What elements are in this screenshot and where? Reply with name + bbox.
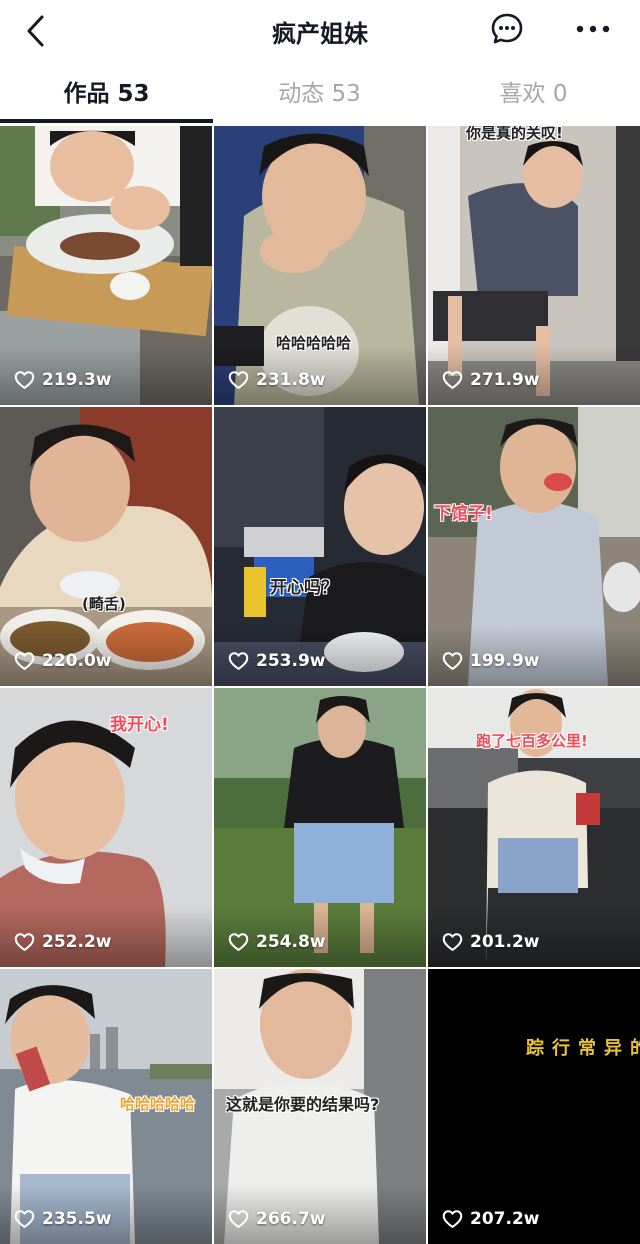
like-count: 231.8w (228, 369, 325, 391)
active-tab-indicator (0, 119, 213, 123)
video-caption: 跑了七百多公里! (476, 732, 588, 750)
video-caption: 哈哈哈哈哈 (120, 1095, 196, 1113)
heart-icon (228, 1210, 249, 1228)
video-thumbnail[interactable]: 哈哈哈哈哈 235.5w (0, 969, 212, 1244)
message-button[interactable] (490, 12, 524, 46)
profile-tabs: 作品 53 动态 53 喜欢 0 (0, 66, 640, 122)
video-thumbnail[interactable]: 207.2w (428, 969, 640, 1244)
video-caption: 我开心! (110, 715, 169, 735)
page-title: 疯产姐妹 (272, 20, 368, 48)
like-count: 201.2w (442, 931, 539, 953)
like-count-label: 266.7w (256, 1209, 326, 1229)
message-bubble-icon (491, 13, 523, 44)
like-count: 253.9w (228, 650, 325, 672)
video-thumbnail[interactable]: 你是真的关叹! 271.9w (428, 126, 640, 405)
like-count: 271.9w (442, 369, 539, 391)
tab-likes[interactable]: 喜欢 0 (427, 66, 640, 122)
like-count: 266.7w (228, 1208, 325, 1230)
heart-icon (442, 371, 463, 389)
like-count: 252.2w (14, 931, 111, 953)
video-caption: (畸舌) (82, 595, 126, 613)
heart-icon (14, 371, 35, 389)
video-thumbnail[interactable]: 219.3w (0, 126, 212, 405)
like-count: 220.0w (14, 650, 111, 672)
like-count-label: 231.8w (256, 370, 326, 390)
video-thumbnail[interactable]: 哈哈哈哈哈 231.8w (214, 126, 426, 405)
video-thumbnail[interactable]: 跑了七百多公里! 201.2w (428, 688, 640, 967)
heart-icon (228, 652, 249, 670)
heart-icon (14, 1210, 35, 1228)
heart-icon (14, 652, 35, 670)
like-count-label: 252.2w (42, 932, 112, 952)
video-thumbnail[interactable]: 开心吗？ 253.9w (214, 407, 426, 686)
like-count: 254.8w (228, 931, 325, 953)
like-count-label: 254.8w (256, 932, 326, 952)
video-caption: 闺蜜的异常行踪 (523, 1038, 640, 1060)
like-count-label: 253.9w (256, 651, 326, 671)
like-count: 199.9w (442, 650, 539, 672)
video-thumbnail[interactable]: 我开心! 252.2w (0, 688, 212, 967)
video-caption: 这就是你要的结果吗? (226, 1095, 380, 1114)
more-dots-icon (576, 25, 610, 33)
video-thumbnail[interactable]: 下馆子! 199.9w (428, 407, 640, 686)
video-thumbnail[interactable]: (畸舌) 220.0w (0, 407, 212, 686)
like-count-label: 235.5w (42, 1209, 112, 1229)
like-count: 235.5w (14, 1208, 111, 1230)
heart-icon (442, 933, 463, 951)
like-count-label: 271.9w (470, 370, 540, 390)
video-caption: 你是真的关叹! (466, 126, 563, 142)
video-caption: 下馆子! (434, 504, 493, 524)
heart-icon (228, 933, 249, 951)
video-thumbnail[interactable]: 这就是你要的结果吗? 266.7w (214, 969, 426, 1244)
heart-icon (442, 1210, 463, 1228)
top-bar: 疯产姐妹 (0, 0, 640, 62)
like-count: 207.2w (442, 1208, 539, 1230)
video-caption: 开心吗？ (270, 578, 338, 598)
video-thumbnail[interactable]: 254.8w (214, 688, 426, 967)
tab-works[interactable]: 作品 53 (0, 66, 213, 122)
like-count-label: 199.9w (470, 651, 540, 671)
more-button[interactable] (574, 14, 612, 44)
heart-icon (14, 933, 35, 951)
like-count-label: 201.2w (470, 932, 540, 952)
like-count-label: 220.0w (42, 651, 112, 671)
tab-dynamics[interactable]: 动态 53 (213, 66, 426, 122)
heart-icon (228, 371, 249, 389)
like-count: 219.3w (14, 369, 111, 391)
heart-icon (442, 652, 463, 670)
like-count-label: 207.2w (470, 1209, 540, 1229)
like-count-label: 219.3w (42, 370, 112, 390)
